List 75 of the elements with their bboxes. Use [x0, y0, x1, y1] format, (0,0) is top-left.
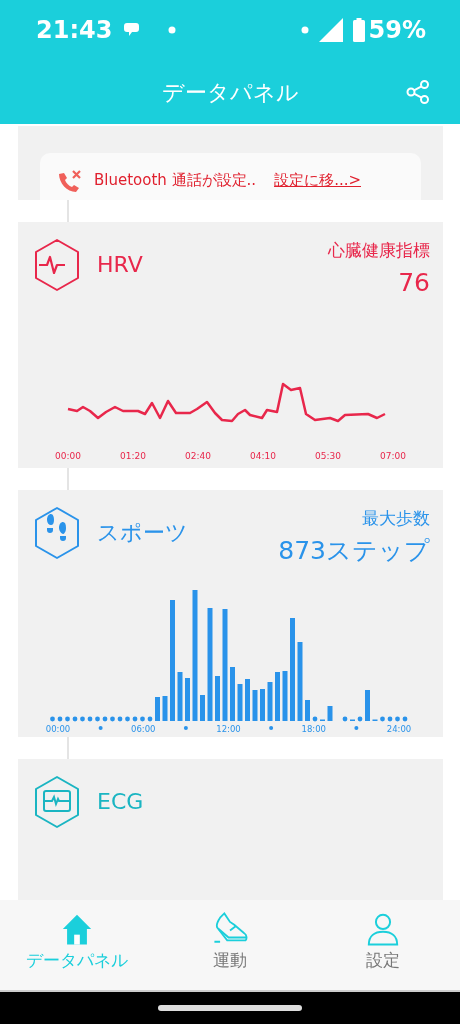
tab[interactable]: 運動 [153, 900, 307, 990]
tab[interactable]: 設定 [306, 900, 460, 990]
battery-level: 59% [368, 15, 426, 46]
axis-label: 00:00 [45, 724, 71, 734]
zero-step-dot [87, 716, 93, 722]
step-bar [215, 676, 220, 721]
zero-step-dot [387, 716, 393, 722]
home-indicator[interactable] [158, 1005, 302, 1011]
page-title: データパネル [161, 78, 299, 107]
zero-step-dot [147, 716, 153, 722]
step-bar [237, 684, 243, 721]
zero-step-dot [102, 716, 108, 722]
step-bar [162, 696, 168, 721]
zero-step-dot [95, 716, 100, 722]
card-title: HRV [97, 251, 143, 279]
step-bar [252, 690, 258, 721]
tick-dot [183, 726, 188, 730]
metric-label: 心臓健康指標 [328, 239, 430, 262]
axis-label: 04:10 [250, 451, 276, 461]
battery-icon [352, 18, 365, 42]
step-bar [185, 678, 190, 721]
metric-value: 76 [398, 266, 430, 299]
axis-label: 07:00 [380, 451, 406, 461]
zero-step-dot [50, 716, 55, 722]
step-bar [275, 672, 280, 721]
step-bar [267, 682, 273, 721]
tick-dot [98, 726, 103, 730]
metric-value: 873ステップ [278, 534, 430, 567]
zero-step-dot [72, 716, 78, 722]
step-bar [327, 706, 333, 721]
zero-step-dot [380, 716, 385, 722]
sneaker-icon [212, 912, 248, 946]
zero-step-dot [125, 716, 130, 722]
zero-step-dot [80, 716, 85, 722]
step-bar [260, 689, 265, 721]
step-bar [305, 700, 310, 721]
signal-icon [318, 18, 343, 42]
status-time: 21:43 [36, 15, 113, 46]
card-title: ECG [97, 788, 144, 816]
zero-step-dot [140, 716, 145, 722]
zero-step-dot [65, 716, 70, 722]
step-bar [245, 679, 250, 721]
tick-dot [269, 726, 274, 730]
step-bar [365, 690, 370, 721]
notification-dot-icon [300, 26, 309, 34]
settings-link[interactable]: 設定に移...> [274, 169, 361, 192]
axis-label: 18:00 [301, 724, 326, 734]
zero-step-dot [395, 716, 400, 722]
zero-step-dot [117, 716, 123, 722]
notice-message: Bluetooth 通話が設定.. [94, 170, 257, 191]
step-bar [200, 695, 205, 721]
zero-step-dot [402, 716, 408, 722]
axis-label: 24:00 [386, 724, 412, 734]
tick-dot [354, 726, 359, 730]
step-bar [155, 697, 160, 721]
axis-label: 02:40 [185, 451, 211, 461]
zero-step-dot [132, 716, 138, 722]
step-bar [282, 671, 288, 721]
missed-call-icon [56, 169, 84, 195]
axis-label: 12:00 [216, 724, 241, 734]
axis-label: 06:00 [131, 724, 156, 734]
zero-step-dot [312, 716, 318, 722]
share-icon[interactable] [406, 80, 430, 104]
step-bar [230, 667, 235, 721]
step-bar [177, 672, 183, 721]
zero-step-dot [357, 716, 363, 722]
metric-label: 最大歩数 [362, 507, 430, 530]
card-title: スポーツ [97, 519, 188, 547]
zero-step-dot [57, 716, 63, 722]
axis-label: 01:20 [120, 451, 146, 461]
zero-step-dot [342, 716, 348, 722]
axis-label: 05:30 [315, 451, 341, 461]
notification-dot-icon [168, 26, 177, 34]
axis-label: 00:00 [55, 451, 81, 461]
zero-step-dot [110, 716, 115, 722]
